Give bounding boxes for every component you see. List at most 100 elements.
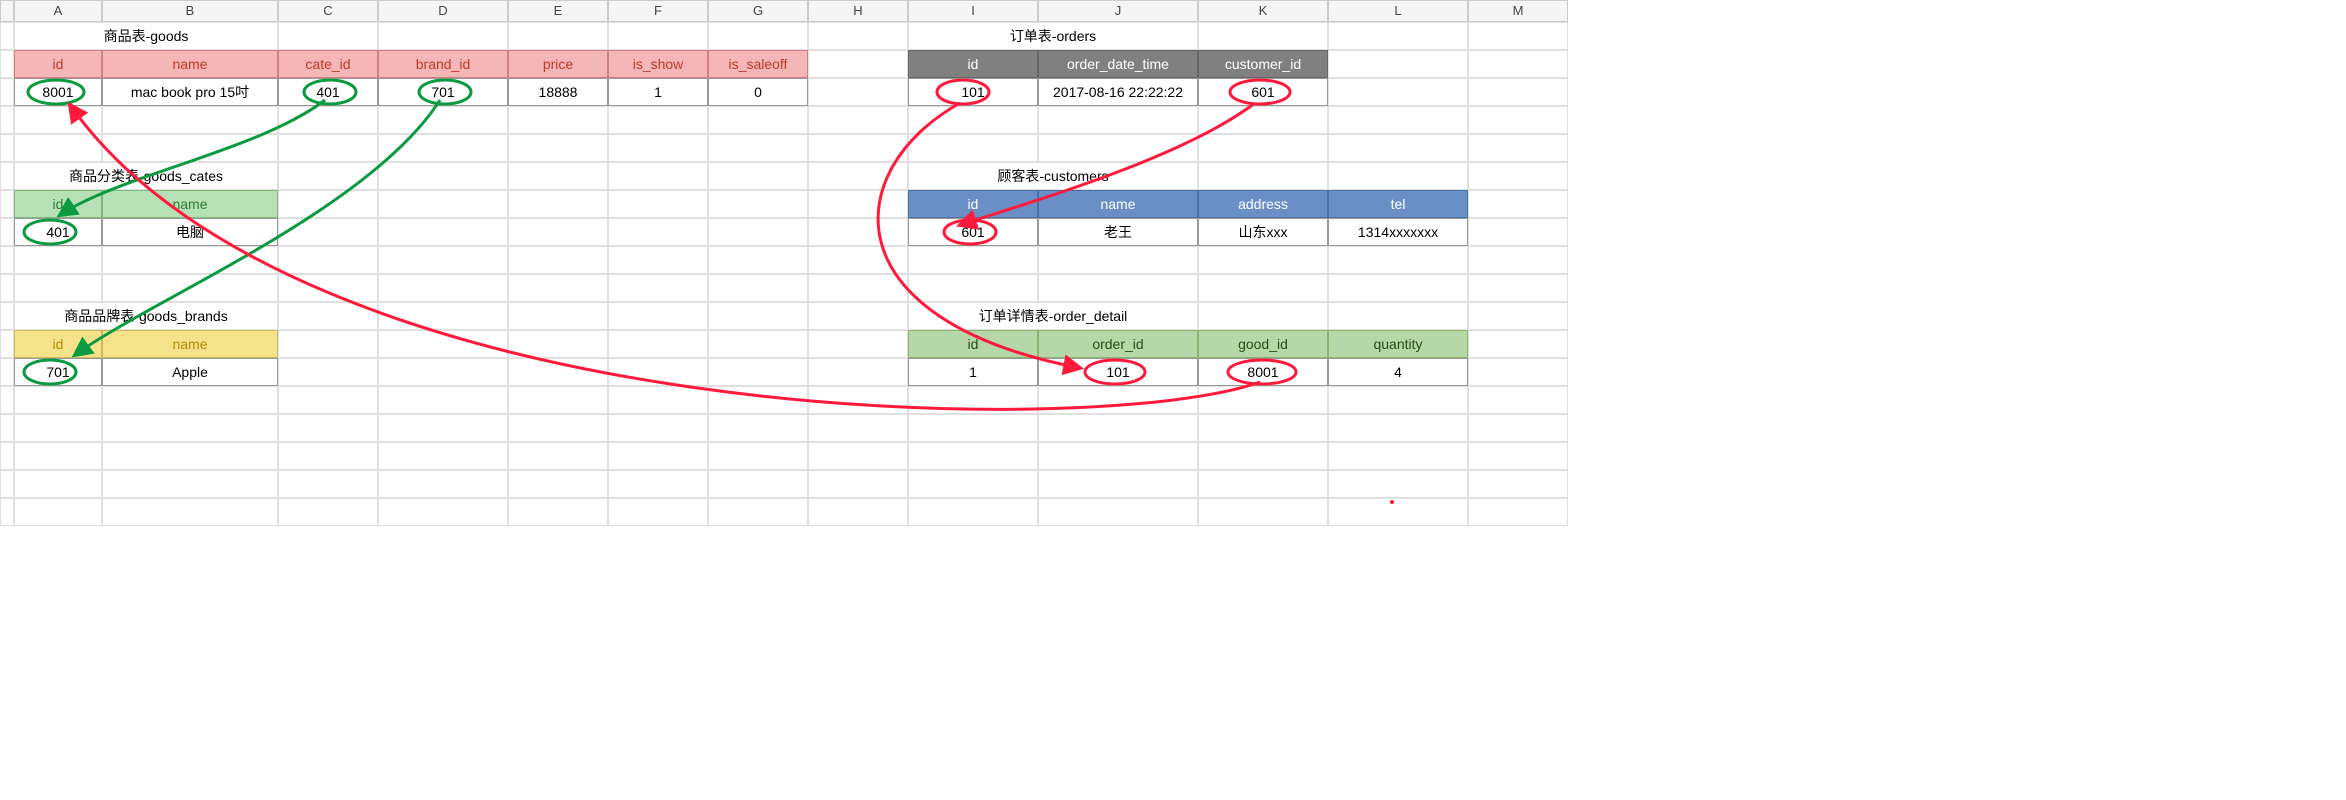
empty-cell[interactable] (278, 358, 378, 386)
empty-cell[interactable] (14, 274, 102, 302)
empty-cell[interactable] (508, 302, 608, 330)
empty-cell[interactable] (278, 246, 378, 274)
empty-cell[interactable] (708, 246, 808, 274)
orders-header-order_date_time[interactable]: order_date_time (1038, 50, 1198, 78)
customers-cell-address[interactable]: 山东xxx (1198, 218, 1328, 246)
empty-cell[interactable] (378, 386, 508, 414)
empty-cell[interactable] (1328, 386, 1468, 414)
goods-brands-header-id[interactable]: id (14, 330, 102, 358)
order-detail-header-order_id[interactable]: order_id (1038, 330, 1198, 358)
goods-header-brand_id[interactable]: brand_id (378, 50, 508, 78)
empty-cell[interactable] (14, 470, 102, 498)
empty-cell[interactable] (908, 246, 1038, 274)
empty-cell[interactable] (378, 218, 508, 246)
empty-cell[interactable] (708, 218, 808, 246)
empty-cell[interactable] (608, 134, 708, 162)
empty-cell[interactable] (378, 190, 508, 218)
order-detail-title[interactable]: 订单详情表-order_detail (908, 302, 1198, 330)
empty-cell[interactable] (808, 22, 908, 50)
empty-cell[interactable] (708, 414, 808, 442)
col-header-J[interactable]: J (1038, 0, 1198, 22)
empty-cell[interactable] (1198, 442, 1328, 470)
empty-cell[interactable] (608, 470, 708, 498)
empty-cell[interactable] (608, 190, 708, 218)
empty-cell[interactable] (708, 330, 808, 358)
empty-cell[interactable] (1328, 498, 1468, 526)
empty-cell[interactable] (708, 106, 808, 134)
empty-cell[interactable] (708, 358, 808, 386)
empty-cell[interactable] (708, 386, 808, 414)
empty-cell[interactable] (508, 218, 608, 246)
col-header-L[interactable]: L (1328, 0, 1468, 22)
empty-cell[interactable] (508, 414, 608, 442)
empty-cell[interactable] (1328, 442, 1468, 470)
empty-cell[interactable] (1468, 246, 1568, 274)
empty-cell[interactable] (808, 330, 908, 358)
empty-cell[interactable] (808, 274, 908, 302)
spreadsheet-grid[interactable]: A B C D E F G H I J K L M 商品表-goods 订单表-… (0, 0, 2346, 526)
empty-cell[interactable] (1198, 470, 1328, 498)
empty-cell[interactable] (1198, 22, 1328, 50)
col-header-I[interactable]: I (908, 0, 1038, 22)
empty-cell[interactable] (1328, 50, 1468, 78)
goods-cates-title[interactable]: 商品分类表-goods_cates (14, 162, 278, 190)
empty-cell[interactable] (808, 106, 908, 134)
empty-cell[interactable] (808, 442, 908, 470)
empty-cell[interactable] (278, 414, 378, 442)
empty-cell[interactable] (102, 134, 278, 162)
empty-cell[interactable] (102, 498, 278, 526)
empty-cell[interactable] (708, 190, 808, 218)
goods-title[interactable]: 商品表-goods (14, 22, 278, 50)
customers-cell-tel[interactable]: 1314xxxxxxx (1328, 218, 1468, 246)
empty-cell[interactable] (378, 330, 508, 358)
empty-cell[interactable] (378, 246, 508, 274)
empty-cell[interactable] (808, 190, 908, 218)
goods-cates-header-name[interactable]: name (102, 190, 278, 218)
empty-cell[interactable] (1198, 302, 1328, 330)
empty-cell[interactable] (278, 470, 378, 498)
empty-cell[interactable] (908, 414, 1038, 442)
empty-cell[interactable] (1038, 246, 1198, 274)
empty-cell[interactable] (1468, 274, 1568, 302)
empty-cell[interactable] (908, 274, 1038, 302)
orders-header-customer_id[interactable]: customer_id (1198, 50, 1328, 78)
empty-cell[interactable] (508, 330, 608, 358)
empty-cell[interactable] (378, 22, 508, 50)
empty-cell[interactable] (102, 246, 278, 274)
empty-cell[interactable] (378, 442, 508, 470)
empty-cell[interactable] (508, 134, 608, 162)
empty-cell[interactable] (1038, 274, 1198, 302)
empty-cell[interactable] (1198, 134, 1328, 162)
empty-cell[interactable] (1328, 78, 1468, 106)
empty-cell[interactable] (808, 414, 908, 442)
empty-cell[interactable] (508, 190, 608, 218)
empty-cell[interactable] (608, 498, 708, 526)
goods-brands-cell-id[interactable]: 701 (14, 358, 102, 386)
empty-cell[interactable] (1468, 302, 1568, 330)
empty-cell[interactable] (908, 498, 1038, 526)
col-header-E[interactable]: E (508, 0, 608, 22)
empty-cell[interactable] (808, 386, 908, 414)
col-header-G[interactable]: G (708, 0, 808, 22)
col-header-M[interactable]: M (1468, 0, 1568, 22)
empty-cell[interactable] (1198, 274, 1328, 302)
empty-cell[interactable] (1468, 22, 1568, 50)
empty-cell[interactable] (808, 50, 908, 78)
customers-title[interactable]: 顾客表-customers (908, 162, 1198, 190)
empty-cell[interactable] (808, 470, 908, 498)
empty-cell[interactable] (708, 442, 808, 470)
empty-cell[interactable] (1198, 162, 1328, 190)
empty-cell[interactable] (708, 302, 808, 330)
empty-cell[interactable] (1198, 386, 1328, 414)
empty-cell[interactable] (508, 386, 608, 414)
empty-cell[interactable] (1468, 414, 1568, 442)
empty-cell[interactable] (708, 274, 808, 302)
empty-cell[interactable] (908, 386, 1038, 414)
empty-cell[interactable] (14, 498, 102, 526)
empty-cell[interactable] (278, 498, 378, 526)
empty-cell[interactable] (1038, 134, 1198, 162)
empty-cell[interactable] (378, 498, 508, 526)
order-detail-cell-quantity[interactable]: 4 (1328, 358, 1468, 386)
empty-cell[interactable] (278, 22, 378, 50)
empty-cell[interactable] (1468, 106, 1568, 134)
